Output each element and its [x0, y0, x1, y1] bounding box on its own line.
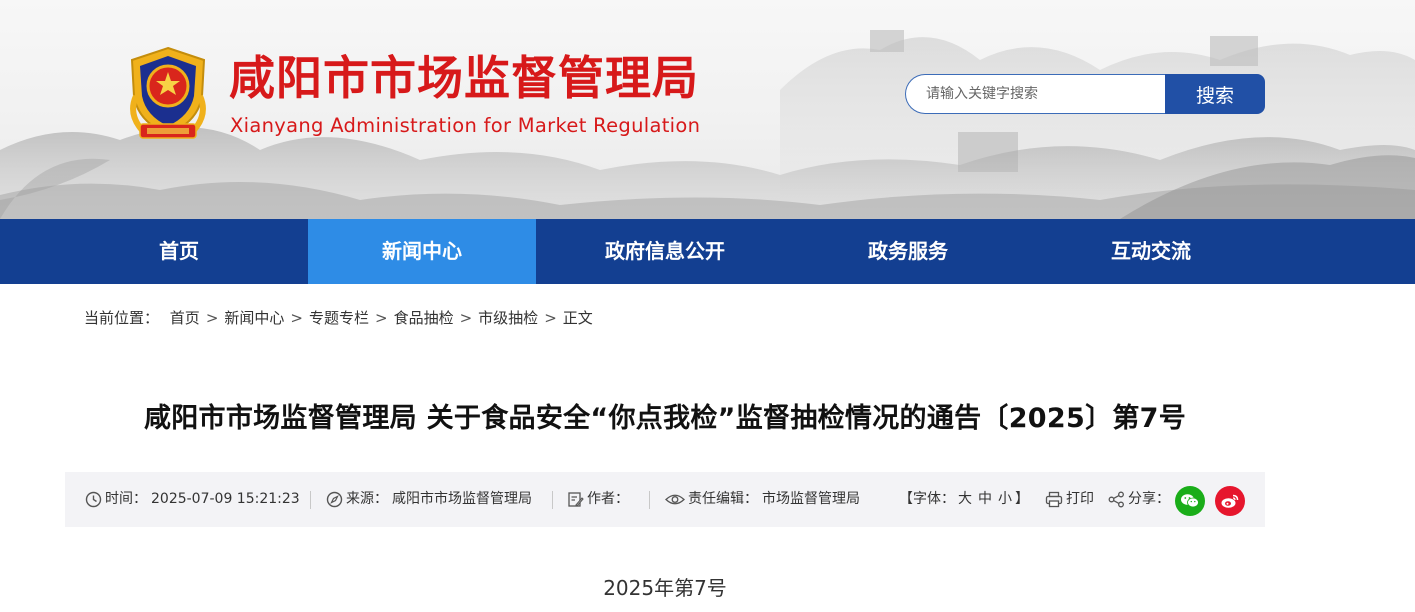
meta-source-label: 来源： [346, 491, 388, 507]
article-meta-bar: 时间： 2025-07-09 15:21:23 来源： 咸阳市市场监督管理局 作… [65, 472, 1265, 527]
meta-divider [310, 491, 311, 509]
breadcrumb-current: 正文 [562, 309, 593, 327]
share-icon [1108, 491, 1124, 508]
font-size-switcher: 【字体： 大 中 小 】 [899, 472, 1029, 527]
search-box: 搜索 [905, 74, 1265, 114]
breadcrumb-separator: > [290, 309, 303, 327]
print-button[interactable]: 打印 [1045, 472, 1094, 527]
meta-editor-value: 市场监督管理局 [762, 491, 860, 507]
clock-icon [85, 491, 102, 508]
meta-editor: 责任编辑： 市场监督管理局 [665, 472, 860, 527]
document-number: 2025年第7号 [603, 576, 727, 600]
breadcrumb-home[interactable]: 首页 [170, 309, 200, 327]
meta-divider [552, 491, 553, 509]
meta-source-value: 咸阳市市场监督管理局 [392, 491, 532, 507]
wechat-share-button[interactable] [1175, 486, 1205, 516]
header-banner: 咸阳市市场监督管理局 Xianyang Administration for M… [0, 0, 1415, 219]
breadcrumb-prefix: 当前位置： [84, 309, 160, 327]
meta-time-label: 时间： [105, 491, 147, 507]
print-label: 打印 [1066, 491, 1094, 507]
meta-divider [649, 491, 650, 509]
wechat-icon [1181, 494, 1199, 508]
breadcrumb-separator: > [544, 309, 557, 327]
article-title: 咸阳市市场监督管理局 关于食品安全“你点我检”监督抽检情况的通告〔2025〕第7… [143, 403, 1187, 434]
nav-item-home[interactable]: 首页 [50, 219, 308, 284]
edit-document-icon [568, 492, 584, 507]
meta-author: 作者： [567, 472, 629, 527]
eye-icon [665, 494, 685, 505]
breadcrumb-food-inspection[interactable]: 食品抽检 [394, 309, 454, 327]
weibo-share-button[interactable] [1215, 486, 1245, 516]
breadcrumb: 当前位置： 首页 > 新闻中心 > 专题专栏 > 食品抽检 > 市级抽检 > 正文 [84, 307, 593, 328]
site-title: 咸阳市市场监督管理局 [229, 51, 699, 105]
site-subtitle: Xianyang Administration for Market Regul… [230, 114, 701, 137]
nav-item-gov-info[interactable]: 政府信息公开 [536, 219, 794, 284]
breadcrumb-separator: > [459, 309, 473, 327]
compass-icon [326, 491, 343, 508]
font-size-label: 【字体： [899, 491, 955, 507]
weibo-icon [1221, 494, 1239, 508]
nav-item-gov-services[interactable]: 政务服务 [794, 219, 1022, 284]
nav-item-news-center[interactable]: 新闻中心 [308, 219, 536, 284]
font-size-large[interactable]: 大 [958, 472, 972, 527]
meta-source: 来源： 咸阳市市场监督管理局 [326, 472, 532, 527]
search-input[interactable] [905, 74, 1185, 114]
font-size-medium[interactable]: 中 [978, 472, 992, 527]
breadcrumb-special-topics[interactable]: 专题专栏 [309, 309, 369, 327]
font-size-label-close: 】 [1015, 491, 1029, 507]
main-nav: 首页 新闻中心 政府信息公开 政务服务 互动交流 [0, 219, 1415, 284]
breadcrumb-city-inspection[interactable]: 市级抽检 [478, 309, 538, 327]
meta-time-value: 2025-07-09 15:21:23 [151, 491, 300, 507]
font-size-small[interactable]: 小 [998, 472, 1012, 527]
meta-time: 时间： 2025-07-09 15:21:23 [85, 472, 300, 527]
share-label: 分享： [1128, 491, 1170, 507]
meta-editor-label: 责任编辑： [688, 491, 758, 507]
breadcrumb-separator: > [375, 309, 388, 327]
breadcrumb-news-center[interactable]: 新闻中心 [224, 309, 284, 327]
share-section: 分享： [1108, 472, 1170, 527]
nav-item-interaction[interactable]: 互动交流 [1022, 219, 1280, 284]
breadcrumb-separator: > [205, 309, 219, 327]
meta-author-label: 作者： [587, 491, 629, 507]
police-emblem-icon [130, 46, 206, 139]
printer-icon [1045, 491, 1063, 508]
search-button[interactable]: 搜索 [1165, 74, 1265, 114]
